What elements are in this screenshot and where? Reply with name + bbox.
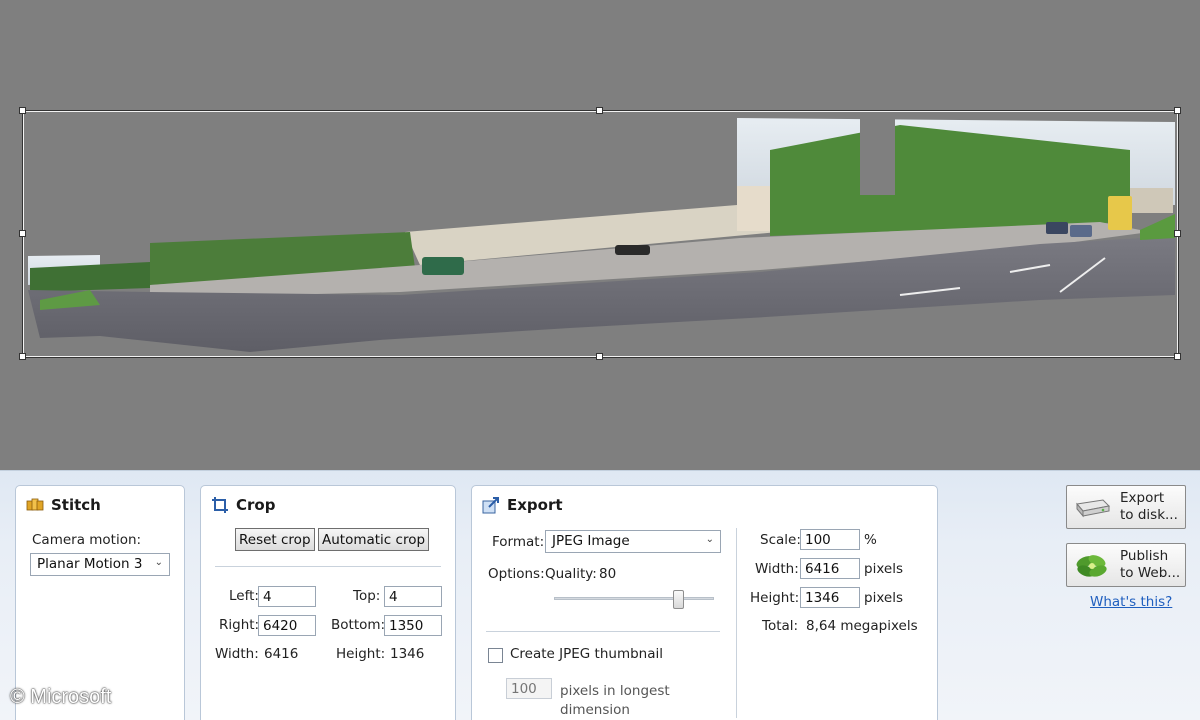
scale-input[interactable] <box>800 529 860 550</box>
export-group: Export Format: JPEG Image ⌄ Options: Qua… <box>471 485 938 720</box>
export-disk-line1: Export <box>1120 490 1165 506</box>
crop-handle-left[interactable] <box>19 230 26 237</box>
crop-handle-top-left[interactable] <box>19 107 26 114</box>
crop-handle-right[interactable] <box>1174 230 1181 237</box>
copyright-watermark: © Microsoft <box>10 686 112 708</box>
export-title: Export <box>482 496 563 514</box>
export-width-label: Width: <box>755 561 799 577</box>
crop-handle-top-right[interactable] <box>1174 107 1181 114</box>
crop-left-input[interactable] <box>258 586 316 607</box>
crop-width-label: Width: <box>215 646 259 662</box>
thumbnail-checkbox[interactable] <box>488 648 503 663</box>
quality-slider[interactable] <box>554 590 714 609</box>
crop-handle-bottom-left[interactable] <box>19 353 26 360</box>
crop-top-label: Top: <box>353 588 381 604</box>
publish-to-web-button[interactable]: Publish to Web... <box>1066 543 1186 587</box>
crop-bottom-input[interactable] <box>384 615 442 636</box>
total-value: 8,64 megapixels <box>806 618 918 634</box>
quality-slider-thumb[interactable] <box>673 590 684 609</box>
thumbnail-label[interactable]: Create JPEG thumbnail <box>510 646 663 662</box>
whats-this-link[interactable]: What's this? <box>1090 594 1172 610</box>
camera-motion-label: Camera motion: <box>32 532 142 548</box>
scale-unit: % <box>864 532 877 548</box>
thumbnail-size-input[interactable] <box>506 678 552 699</box>
format-label: Format: <box>492 534 545 550</box>
format-select[interactable]: JPEG Image ⌄ <box>545 530 721 553</box>
format-value: JPEG Image <box>552 533 630 549</box>
camera-motion-value: Planar Motion 3 <box>37 556 143 572</box>
crop-group: Crop Reset crop Automatic crop Left: Top… <box>200 485 456 720</box>
crop-handle-bottom[interactable] <box>596 353 603 360</box>
export-column-separator <box>736 528 737 718</box>
hard-disk-icon <box>1076 499 1111 518</box>
publish-line1: Publish <box>1120 548 1169 564</box>
stitch-icon <box>26 498 44 511</box>
photosynth-leaf-icon <box>1076 555 1107 577</box>
crop-right-label: Right: <box>219 617 260 633</box>
export-separator <box>486 631 720 632</box>
crop-left-label: Left: <box>229 588 259 604</box>
stitch-title-text: Stitch <box>51 496 101 514</box>
chevron-down-icon: ⌄ <box>705 534 714 545</box>
panorama-preview-image <box>28 118 1175 352</box>
crop-bottom-label: Bottom: <box>331 617 386 633</box>
crop-top-input[interactable] <box>384 586 442 607</box>
export-width-input[interactable] <box>800 558 860 579</box>
export-width-unit: pixels <box>864 561 903 577</box>
reset-crop-button[interactable]: Reset crop <box>235 528 315 551</box>
export-height-input[interactable] <box>800 587 860 608</box>
export-height-unit: pixels <box>864 590 903 606</box>
export-height-label: Height: <box>750 590 800 606</box>
crop-title: Crop <box>211 496 275 514</box>
crop-width-value: 6416 <box>264 646 299 662</box>
crop-separator <box>215 566 441 567</box>
crop-handle-bottom-right[interactable] <box>1174 353 1181 360</box>
export-title-text: Export <box>507 496 563 514</box>
export-disk-line2: to disk... <box>1120 507 1178 523</box>
stitch-group: Stitch Camera motion: Planar Motion 3 ⌄ <box>15 485 185 720</box>
crop-handle-top[interactable] <box>596 107 603 114</box>
chevron-down-icon: ⌄ <box>154 557 163 568</box>
crop-icon <box>212 497 228 513</box>
crop-height-value: 1346 <box>390 646 425 662</box>
quality-value: 80 <box>599 566 617 582</box>
thumbnail-unit-line2: dimension <box>560 702 630 718</box>
control-panel: Stitch Camera motion: Planar Motion 3 ⌄ … <box>0 470 1200 720</box>
stitch-preview-canvas[interactable] <box>0 0 1200 470</box>
automatic-crop-button[interactable]: Automatic crop <box>318 528 430 551</box>
options-label: Options: <box>488 566 545 582</box>
camera-motion-select[interactable]: Planar Motion 3 ⌄ <box>30 553 170 576</box>
stitch-title: Stitch <box>26 496 101 514</box>
publish-line2: to Web... <box>1120 565 1181 581</box>
total-label: Total: <box>762 618 799 634</box>
crop-title-text: Crop <box>236 496 276 514</box>
crop-right-input[interactable] <box>258 615 316 636</box>
crop-height-label: Height: <box>336 646 386 662</box>
export-to-disk-button[interactable]: Export to disk... <box>1066 485 1186 529</box>
export-icon <box>482 497 499 514</box>
quality-slider-track <box>554 597 714 600</box>
thumbnail-unit-line1: pixels in longest <box>560 683 670 699</box>
scale-label: Scale: <box>760 532 801 548</box>
quality-label: Quality: <box>545 566 597 582</box>
